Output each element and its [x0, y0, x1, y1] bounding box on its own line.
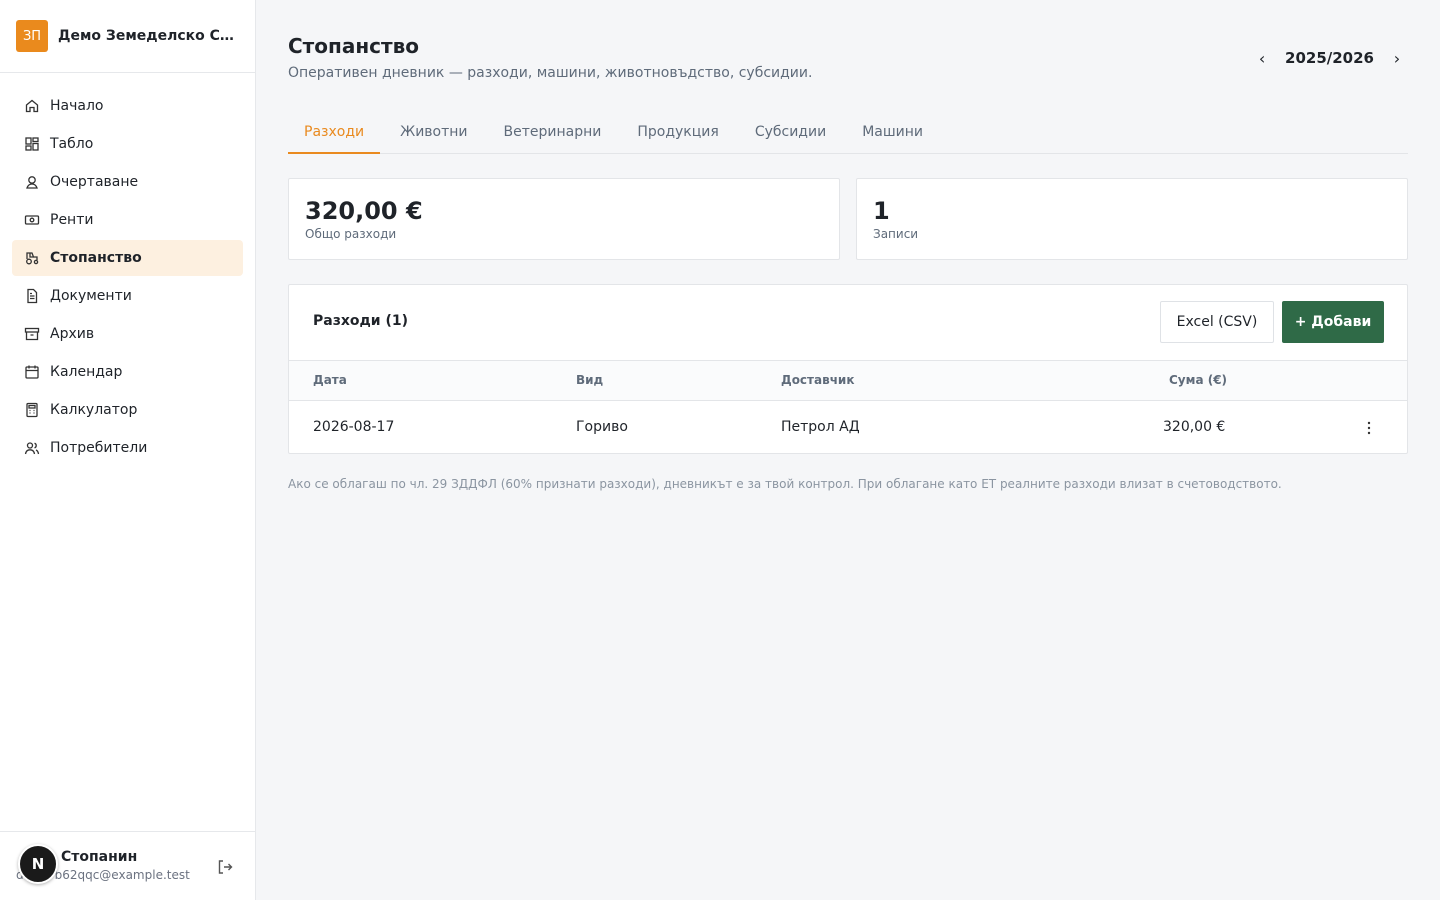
sidebar-item-label: Калкулатор: [50, 402, 138, 418]
tab-expenses[interactable]: Разходи: [288, 114, 381, 154]
sidebar-item-rents[interactable]: Ренти: [12, 202, 243, 238]
brand-logo: ЗП: [16, 20, 48, 52]
page-subtitle: Оперативен дневник — разходи, машини, жи…: [288, 65, 813, 81]
sidebar-item-farm[interactable]: Стопанство: [12, 240, 243, 276]
cell-type: Гориво: [576, 419, 628, 435]
user-name: Стопанин: [61, 849, 138, 865]
add-expense-button[interactable]: + Добави: [1282, 301, 1384, 343]
sidebar-item-label: Очертаване: [50, 174, 139, 190]
year-label: 2025/2026: [1285, 49, 1374, 67]
stat-card-total: 320,00 € Общо разходи: [288, 178, 840, 260]
column-header-type[interactable]: Вид: [576, 373, 603, 387]
users-icon: [24, 440, 40, 456]
sidebar-item-label: Ренти: [50, 212, 94, 228]
home-icon: [24, 98, 40, 114]
tab-animals[interactable]: Животни: [384, 114, 483, 154]
banknote-icon: [24, 212, 40, 228]
export-csv-button[interactable]: Excel (CSV): [1160, 301, 1274, 343]
cell-date: 2026-08-17: [313, 419, 395, 435]
sidebar: ЗП Демо Земеделско Стопанство Начало Таб…: [0, 0, 256, 900]
sidebar-item-label: Календар: [50, 364, 123, 380]
stat-label: Общо разходи: [305, 227, 397, 241]
sidebar-item-home[interactable]: Начало: [12, 88, 243, 124]
tab-veterinary[interactable]: Ветеринарни: [488, 114, 618, 154]
tab-production[interactable]: Продукция: [621, 114, 734, 154]
document-icon: [24, 288, 40, 304]
archive-icon: [24, 326, 40, 342]
column-header-date[interactable]: Дата: [313, 373, 347, 387]
stat-value: 320,00 €: [305, 197, 423, 225]
logout-icon[interactable]: [216, 858, 234, 876]
sidebar-item-calculator[interactable]: Калкулатор: [12, 392, 243, 428]
brand[interactable]: ЗП Демо Земеделско Стопанство: [0, 0, 255, 73]
calculator-icon: [24, 402, 40, 418]
map-pin-icon: [24, 174, 40, 190]
chevron-left-icon[interactable]: ‹: [1251, 47, 1273, 69]
column-header-supplier[interactable]: Доставчик: [781, 373, 854, 387]
sidebar-item-outline[interactable]: Очертаване: [12, 164, 243, 200]
dashboard-icon: [24, 136, 40, 152]
sidebar-item-label: Документи: [50, 288, 132, 304]
table-header: Дата Вид Доставчик Сума (€): [289, 360, 1407, 401]
sidebar-item-calendar[interactable]: Календар: [12, 354, 243, 390]
avatar[interactable]: N: [18, 844, 58, 884]
sidebar-item-documents[interactable]: Документи: [12, 278, 243, 314]
tractor-icon: [24, 250, 40, 266]
calendar-icon: [24, 364, 40, 380]
tab-subsidies[interactable]: Субсидии: [739, 114, 842, 154]
sidebar-item-archive[interactable]: Архив: [12, 316, 243, 352]
user-profile: demo-b62qqc@example.test Стопанин N: [0, 831, 255, 900]
sidebar-item-label: Потребители: [50, 440, 148, 456]
tax-note: Ако се облагаш по чл. 29 ЗДДФЛ (60% приз…: [288, 477, 1282, 491]
cell-supplier: Петрол АД: [781, 419, 860, 435]
cell-amount: 320,00 €: [1163, 419, 1226, 435]
sidebar-item-label: Табло: [50, 136, 94, 152]
page-title: Стопанство: [288, 34, 419, 58]
table-title: Разходи (1): [313, 313, 409, 329]
sidebar-item-label: Начало: [50, 98, 104, 114]
sidebar-nav: Начало Табло Очертаване Ренти Стопанство…: [0, 73, 255, 483]
chevron-right-icon[interactable]: ›: [1386, 47, 1408, 69]
stat-value: 1: [873, 197, 890, 225]
expenses-table-card: Разходи (1) Excel (CSV) + Добави Дата Ви…: [288, 284, 1408, 454]
table-row[interactable]: 2026-08-17 Гориво Петрол АД 320,00 €: [289, 402, 1407, 453]
tab-machines[interactable]: Машини: [846, 114, 939, 154]
sidebar-item-label: Архив: [50, 326, 95, 342]
sidebar-item-dashboard[interactable]: Табло: [12, 126, 243, 162]
sidebar-item-label: Стопанство: [50, 250, 142, 266]
more-vertical-icon[interactable]: [1359, 417, 1379, 439]
year-selector: ‹ 2025/2026 ›: [1251, 47, 1408, 69]
stat-label: Записи: [873, 227, 919, 241]
column-header-amount[interactable]: Сума (€): [1169, 373, 1227, 387]
sidebar-item-users[interactable]: Потребители: [12, 430, 243, 466]
brand-name: Демо Земеделско Стопанство: [58, 28, 238, 44]
tab-bar: Разходи Животни Ветеринарни Продукция Су…: [288, 114, 1408, 154]
stat-card-count: 1 Записи: [856, 178, 1408, 260]
